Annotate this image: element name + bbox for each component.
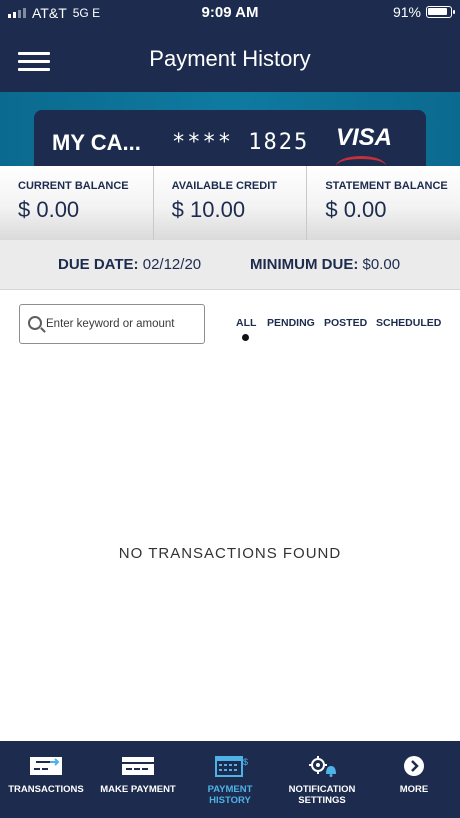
tab-payment-history-line2: HISTORY [209, 795, 251, 806]
due-date-value: 02/12/20 [142, 256, 202, 273]
search-input[interactable] [46, 315, 200, 333]
minimum-due: MINIMUM DUE: $0.00 [250, 256, 400, 273]
statement-balance: STATEMENT BALANCE $ 0.00 [306, 166, 460, 240]
chevron-right-icon [404, 756, 424, 776]
filter-scheduled[interactable]: SCHEDULED [376, 317, 441, 329]
tab-more[interactable]: MORE [368, 741, 460, 818]
tab-notification-line1: NOTIFICATION [288, 784, 356, 795]
payment-history-screen: AT&T 5G E 9:09 AM 91% Payment History MY… [0, 0, 460, 818]
tab-make-payment-label: MAKE PAYMENT [100, 784, 176, 795]
tab-notification-settings-label: NOTIFICATION SETTINGS [276, 784, 368, 806]
page-title: Payment History [149, 46, 311, 71]
credit-card[interactable]: MY CA... **** 1825 VISA [34, 110, 426, 166]
tab-payment-history-label: PAYMENT HISTORY [184, 784, 276, 806]
card-number: **** 1825 [172, 130, 310, 155]
empty-state-message: NO TRANSACTIONS FOUND [118, 545, 342, 562]
minimum-due-label: MINIMUM DUE: [250, 256, 359, 273]
balance-summary: CURRENT BALANCE $ 0.00 AVAILABLE CREDIT … [0, 166, 460, 240]
available-credit: AVAILABLE CREDIT $ 10.00 [152, 166, 307, 240]
card-swoosh-icon [336, 156, 386, 166]
card-icon [122, 757, 154, 775]
current-balance-label: CURRENT BALANCE [18, 180, 129, 192]
search-icon [28, 316, 42, 330]
transactions-icon [30, 757, 62, 775]
tab-transactions[interactable]: TRANSACTIONS [0, 741, 92, 818]
statement-balance-label: STATEMENT BALANCE [325, 180, 448, 192]
gear-bell-icon [309, 756, 336, 777]
tab-more-label: MORE [399, 784, 429, 795]
battery-percent: 91% [392, 4, 421, 20]
available-credit-label: AVAILABLE CREDIT [171, 180, 277, 192]
calendar-icon: $ [215, 756, 248, 777]
visa-logo: VISA [335, 124, 392, 151]
due-date: DUE DATE: 02/12/20 [58, 256, 201, 273]
battery-icon [426, 6, 455, 18]
tab-transactions-label: TRANSACTIONS [8, 784, 84, 795]
tab-make-payment[interactable]: MAKE PAYMENT [92, 741, 184, 818]
search-box[interactable] [19, 304, 205, 344]
battery-info: 91% [392, 4, 455, 20]
tab-notification-line2: SETTINGS [298, 795, 346, 806]
statement-balance-value: $ 0.00 [325, 197, 387, 222]
filter-pending[interactable]: PENDING [267, 317, 315, 329]
tab-payment-history[interactable]: $ PAYMENT HISTORY [184, 741, 276, 818]
active-filter-indicator [242, 334, 249, 341]
svg-text:$: $ [243, 757, 248, 767]
current-balance-value: $ 0.00 [18, 197, 80, 222]
app-header: AT&T 5G E 9:09 AM 91% Payment History [0, 0, 460, 92]
tab-notification-settings[interactable]: NOTIFICATION SETTINGS [276, 741, 368, 818]
filter-all[interactable]: ALL [236, 317, 256, 329]
status-time: 9:09 AM [201, 4, 259, 21]
current-balance: CURRENT BALANCE $ 0.00 [0, 166, 153, 240]
bottom-nav: TRANSACTIONS MAKE PAYMENT $ PAYMENT HIST… [0, 741, 460, 818]
due-date-label: DUE DATE: [58, 256, 139, 273]
tab-payment-history-line1: PAYMENT [207, 784, 253, 795]
minimum-due-value: $0.00 [362, 256, 401, 273]
due-info: DUE DATE: 02/12/20 MINIMUM DUE: $0.00 [0, 240, 460, 290]
available-credit-value: $ 10.00 [171, 197, 246, 222]
card-name: MY CA... [52, 130, 141, 155]
status-bar: AT&T 5G E 9:09 AM 91% [0, 0, 460, 26]
filter-posted[interactable]: POSTED [324, 317, 367, 329]
